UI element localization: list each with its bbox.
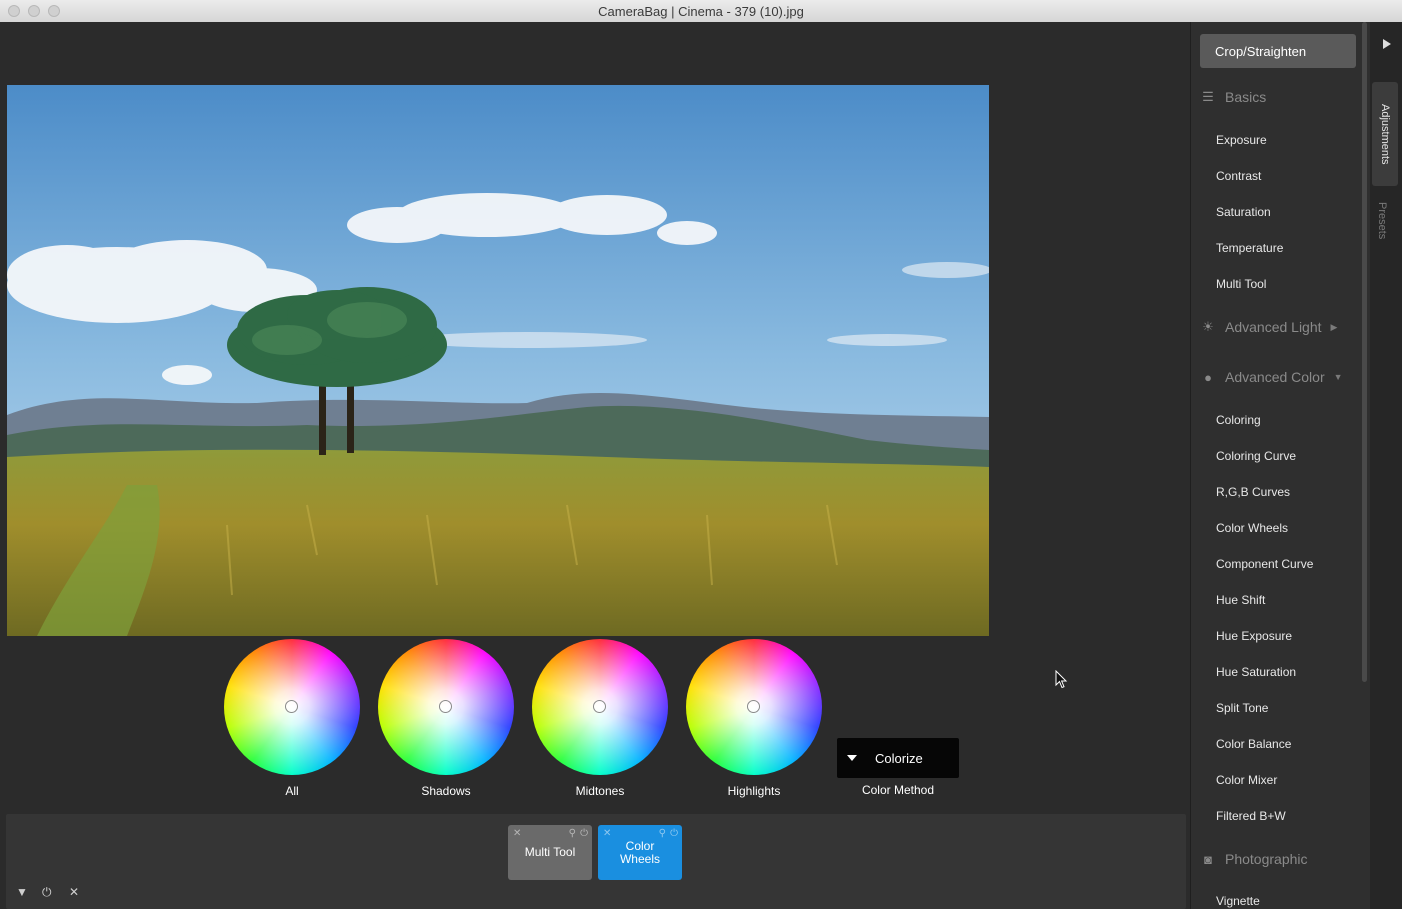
section-advanced-color[interactable]: ● Advanced Color ▼	[1200, 369, 1343, 385]
panel-item-saturation[interactable]: Saturation	[1216, 205, 1271, 219]
panel-item-temperature[interactable]: Temperature	[1216, 241, 1283, 255]
power-icon[interactable]: ⏻	[580, 827, 588, 840]
wheel-all[interactable]: All	[224, 639, 360, 798]
panel-item-color-mixer[interactable]: Color Mixer	[1216, 773, 1277, 787]
wheel-handle[interactable]	[593, 700, 606, 713]
crop-straighten-button[interactable]: Crop/Straighten	[1200, 34, 1356, 68]
collapse-tray-icon[interactable]: ▼	[16, 885, 28, 899]
section-label: Basics	[1225, 89, 1267, 105]
wheel-label: Midtones	[575, 784, 625, 798]
play-icon[interactable]	[1383, 39, 1391, 49]
wheel-label: All	[285, 784, 299, 798]
adjustments-panel: Crop/Straighten ☰ Basics Exposure Contra…	[1190, 22, 1371, 909]
wheel-label: Highlights	[727, 784, 781, 798]
panel-item-coloring-curve[interactable]: Coloring Curve	[1216, 449, 1296, 463]
chevron-down-icon: ▼	[1333, 372, 1343, 382]
camera-icon: ◙	[1204, 851, 1212, 867]
panel-item-rgb-curves[interactable]: R,G,B Curves	[1216, 485, 1290, 499]
window-title: CameraBag | Cinema - 379 (10).jpg	[598, 4, 804, 19]
card-label: Multi Tool	[524, 845, 576, 859]
section-advanced-light[interactable]: ☀ Advanced Light ▶	[1200, 319, 1337, 335]
section-label: Advanced Color	[1225, 369, 1325, 385]
remove-icon[interactable]: ✕	[603, 827, 611, 840]
side-tabs: Adjustments Presets	[1370, 22, 1402, 909]
power-icon[interactable]: ⏻	[670, 827, 678, 840]
panel-item-vignette[interactable]: Vignette	[1216, 894, 1260, 908]
panel-item-hue-shift[interactable]: Hue Shift	[1216, 593, 1265, 607]
sliders-icon: ☰	[1202, 89, 1214, 104]
wheel-midtones[interactable]: Midtones	[532, 639, 668, 798]
panel-item-hue-exposure[interactable]: Hue Exposure	[1216, 629, 1292, 643]
panel-item-component-curve[interactable]: Component Curve	[1216, 557, 1313, 571]
sun-icon: ☀	[1202, 319, 1214, 334]
panel-scrollbar[interactable]	[1362, 22, 1367, 682]
color-wheel[interactable]	[224, 639, 360, 775]
dropdown-arrow-icon	[847, 755, 857, 761]
tray-card-color-wheels[interactable]: ✕ ⚲ ⏻ Color Wheels	[598, 825, 682, 880]
wheel-handle[interactable]	[285, 700, 298, 713]
color-wheel[interactable]	[532, 639, 668, 775]
panel-item-exposure[interactable]: Exposure	[1216, 133, 1267, 147]
chevron-right-icon: ▶	[1330, 321, 1338, 332]
color-method-value: Colorize	[875, 750, 923, 766]
tab-presets[interactable]: Presets	[1376, 202, 1388, 239]
palette-icon: ●	[1204, 369, 1212, 385]
wheel-highlights[interactable]: Highlights	[686, 639, 822, 798]
color-method-dropdown[interactable]: Colorize	[837, 738, 959, 778]
color-wheel[interactable]	[378, 639, 514, 775]
mouse-cursor-icon	[1055, 670, 1068, 689]
wheel-shadows[interactable]: Shadows	[378, 639, 514, 798]
remove-icon[interactable]: ✕	[513, 827, 521, 840]
panel-item-filtered-bw[interactable]: Filtered B+W	[1216, 809, 1286, 823]
color-wheel[interactable]	[686, 639, 822, 775]
section-label: Photographic	[1225, 851, 1308, 867]
section-label: Advanced Light	[1225, 319, 1322, 335]
panel-item-color-wheels[interactable]: Color Wheels	[1216, 521, 1288, 535]
section-basics[interactable]: ☰ Basics	[1200, 89, 1266, 105]
tab-adjustments[interactable]: Adjustments	[1372, 82, 1398, 186]
adjustment-tray: ✕ ⚲ ⏻ Multi Tool ✕ ⚲ ⏻ Color Wheels	[6, 814, 1186, 909]
tray-card-multi-tool[interactable]: ✕ ⚲ ⏻ Multi Tool	[508, 825, 592, 880]
photo-preview[interactable]	[7, 85, 989, 636]
power-all-icon[interactable]: ⏻	[42, 885, 52, 900]
landscape-photo	[7, 85, 989, 636]
wheel-label: Shadows	[421, 784, 471, 798]
panel-item-split-tone[interactable]: Split Tone	[1216, 701, 1268, 715]
section-photographic[interactable]: ◙ Photographic	[1200, 851, 1308, 867]
panel-item-hue-saturation[interactable]: Hue Saturation	[1216, 665, 1296, 679]
title-bar: CameraBag | Cinema - 379 (10).jpg	[0, 0, 1402, 23]
card-label: Color Wheels	[619, 838, 660, 866]
pin-icon[interactable]: ⚲	[659, 827, 666, 840]
panel-item-coloring[interactable]: Coloring	[1216, 413, 1261, 427]
panel-item-contrast[interactable]: Contrast	[1216, 169, 1261, 183]
pin-icon[interactable]: ⚲	[569, 827, 576, 840]
wheel-handle[interactable]	[439, 700, 452, 713]
panel-item-color-balance[interactable]: Color Balance	[1216, 737, 1291, 751]
clear-all-icon[interactable]: ✕	[69, 885, 79, 899]
color-method-label: Color Method	[861, 783, 935, 797]
wheel-handle[interactable]	[747, 700, 760, 713]
editor-canvas: All Shadows Midtones Highlights Colorize…	[0, 22, 1190, 909]
panel-item-multi-tool[interactable]: Multi Tool	[1216, 277, 1266, 291]
